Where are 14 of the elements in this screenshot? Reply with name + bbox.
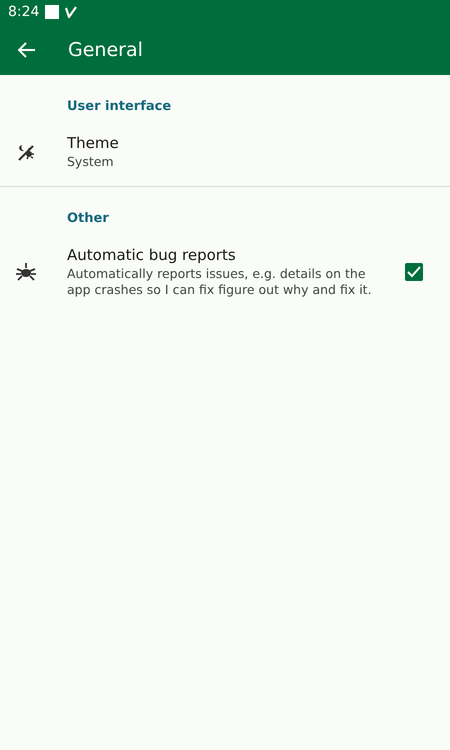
back-arrow-icon xyxy=(18,42,36,58)
setting-summary: Automatically reports issues, e.g. details on the app crashes so I can fix figure out why and fix it. xyxy=(67,266,373,298)
setting-title: Automatic bug reports xyxy=(67,246,237,264)
setting-title: Theme xyxy=(67,134,120,152)
section-header: User interface xyxy=(67,99,172,114)
setting-row[interactable]: Automatic bug reports Automatically reports issues, e.g. details on the app crashes so I can fix figure out why and fix it. xyxy=(0,240,450,314)
page-title: General xyxy=(68,38,143,60)
theme-icon xyxy=(16,142,36,162)
section-header: Other xyxy=(67,211,110,226)
status-time: 8:24 xyxy=(8,4,40,20)
checkbox[interactable] xyxy=(405,263,423,281)
setting-row[interactable]: Theme System xyxy=(0,128,450,186)
setting-summary: System xyxy=(67,154,115,170)
notification-icon xyxy=(45,5,60,19)
